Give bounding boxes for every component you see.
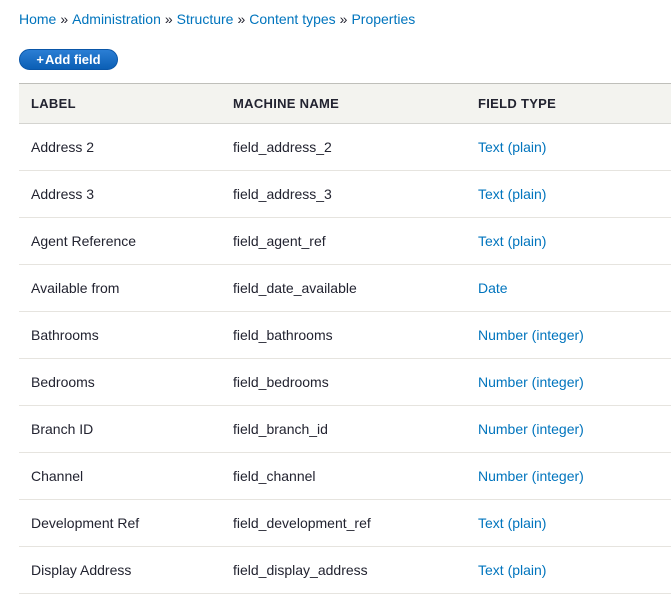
field-type-link[interactable]: Number (integer) bbox=[478, 468, 584, 484]
field-label: Channel bbox=[31, 468, 84, 484]
table-row: Display Address field_display_address Text… bbox=[19, 547, 671, 594]
field-label: Branch ID bbox=[31, 421, 94, 437]
breadcrumb-separator: » bbox=[60, 11, 69, 27]
add-field-button[interactable]: +Add field bbox=[19, 49, 118, 70]
breadcrumb-structure-link[interactable]: Structure bbox=[177, 11, 234, 27]
add-field-label: Add field bbox=[44, 52, 101, 67]
field-type-link[interactable]: Text (plain) bbox=[478, 186, 546, 202]
page: Home» Administration» Structure» Content ty… bbox=[0, 0, 671, 596]
plus-icon: + bbox=[36, 52, 44, 67]
breadcrumb-content-types-link[interactable]: Content types bbox=[249, 11, 335, 27]
field-machine-name: field_display_address bbox=[233, 562, 368, 578]
field-type-link[interactable]: Text (plain) bbox=[478, 139, 546, 155]
field-type-link[interactable]: Text (plain) bbox=[478, 233, 546, 249]
breadcrumb-home-link[interactable]: Home bbox=[19, 11, 56, 27]
field-label: Address 2 bbox=[31, 139, 95, 155]
breadcrumb: Home» Administration» Structure» Content ty… bbox=[19, 10, 415, 28]
field-label: Bathrooms bbox=[31, 327, 99, 343]
table-row: Bedrooms field_bedrooms Number (integer) bbox=[19, 359, 671, 406]
field-label: Development Ref bbox=[31, 515, 140, 531]
table-header: LABEL MACHINE NAME FIELD TYPE bbox=[19, 83, 671, 124]
field-type-link[interactable]: Date bbox=[478, 280, 508, 296]
field-type-link[interactable]: Number (integer) bbox=[478, 421, 584, 437]
fields-table: LABEL MACHINE NAME FIELD TYPE Address 2 f… bbox=[19, 83, 671, 594]
field-type-link[interactable]: Number (integer) bbox=[478, 374, 584, 390]
table-row: Address 3 field_address_3 Text (plain) bbox=[19, 171, 671, 218]
table-row: Branch ID field_branch_id Number (integer) bbox=[19, 406, 671, 453]
breadcrumb-separator: » bbox=[237, 11, 246, 27]
field-machine-name: field_date_available bbox=[233, 280, 357, 296]
field-label: Agent Reference bbox=[31, 233, 137, 249]
column-header-field-type: FIELD TYPE bbox=[478, 96, 557, 111]
table-row: Address 2 field_address_2 Text (plain) bbox=[19, 124, 671, 171]
table-row: Development Ref field_development_ref Text… bbox=[19, 500, 671, 547]
field-label: Display Address bbox=[31, 562, 132, 578]
field-type-link[interactable]: Text (plain) bbox=[478, 562, 546, 578]
column-header-label: LABEL bbox=[31, 96, 76, 111]
table-row: Agent Reference field_agent_ref Text (plai… bbox=[19, 218, 671, 265]
table-row: Available from field_date_available Date bbox=[19, 265, 671, 312]
breadcrumb-properties-link[interactable]: Properties bbox=[351, 11, 415, 27]
field-label: Available from bbox=[31, 280, 120, 296]
breadcrumb-separator: » bbox=[164, 11, 173, 27]
field-type-link[interactable]: Number (integer) bbox=[478, 327, 584, 343]
column-header-machine-name: MACHINE NAME bbox=[233, 96, 340, 111]
table-body: Address 2 field_address_2 Text (plain) Addr… bbox=[19, 124, 671, 594]
table-row: Channel field_channel Number (integer) bbox=[19, 453, 671, 500]
field-machine-name: field_bedrooms bbox=[233, 374, 329, 390]
table-row: Bathrooms field_bathrooms Number (integer) bbox=[19, 312, 671, 359]
field-machine-name: field_address_2 bbox=[233, 139, 332, 155]
field-label: Address 3 bbox=[31, 186, 95, 202]
field-machine-name: field_bathrooms bbox=[233, 327, 333, 343]
field-machine-name: field_address_3 bbox=[233, 186, 332, 202]
field-machine-name: field_agent_ref bbox=[233, 233, 326, 249]
field-machine-name: field_channel bbox=[233, 468, 316, 484]
field-label: Bedrooms bbox=[31, 374, 95, 390]
field-machine-name: field_development_ref bbox=[233, 515, 371, 531]
field-type-link[interactable]: Text (plain) bbox=[478, 515, 546, 531]
breadcrumb-administration-link[interactable]: Administration bbox=[72, 11, 161, 27]
field-machine-name: field_branch_id bbox=[233, 421, 328, 437]
breadcrumb-separator: » bbox=[339, 11, 348, 27]
